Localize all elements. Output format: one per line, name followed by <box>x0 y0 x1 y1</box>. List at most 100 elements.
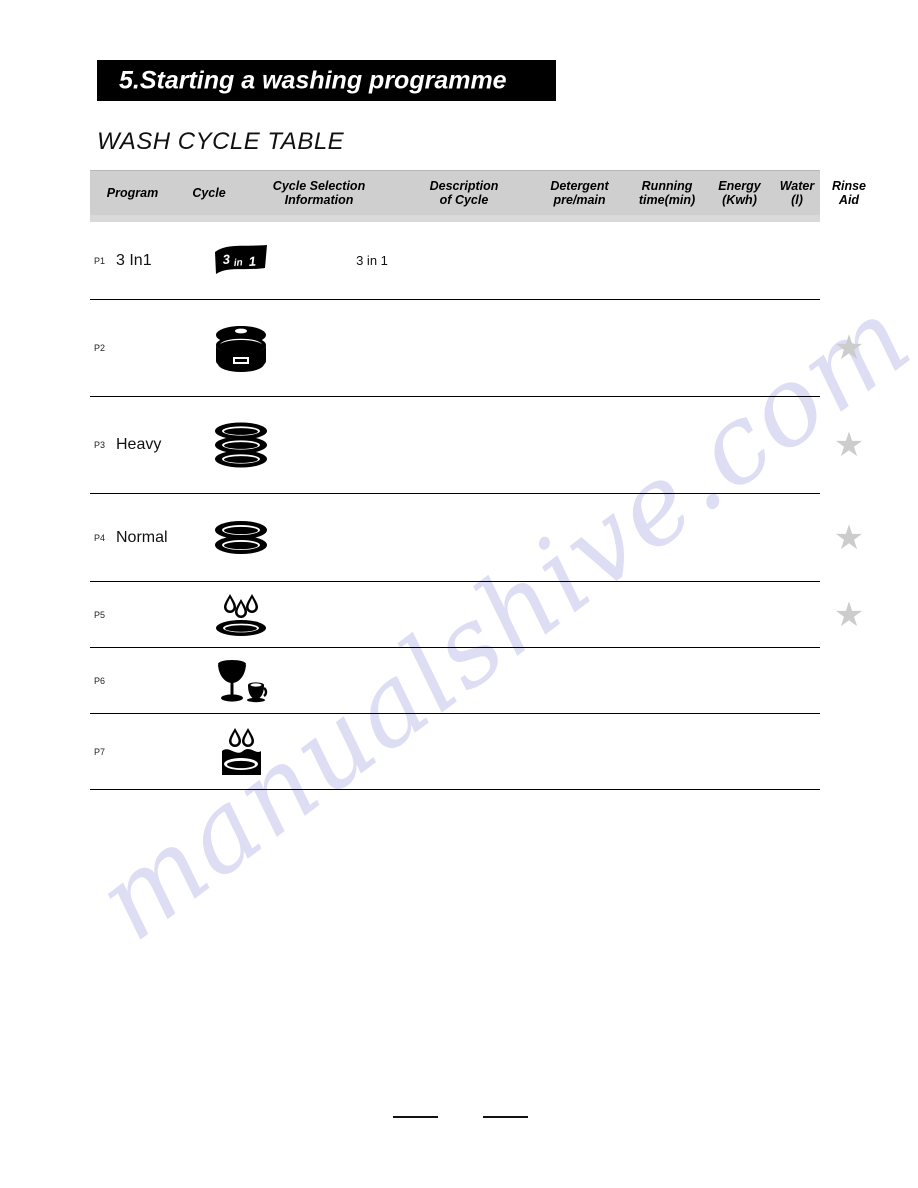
header-description-of-cycle: Description of Cycle <box>395 171 533 215</box>
cell-water <box>771 648 823 713</box>
footer-rule-left <box>393 1116 438 1118</box>
header-csi-line2: Information <box>284 193 354 207</box>
plate-in-water-two-drops-icon <box>210 724 272 780</box>
cell-cycle-selection-information: 3 in 1 <box>296 222 448 299</box>
cell-rinse-aid <box>823 714 875 789</box>
pot-with-lid-icon <box>210 320 272 376</box>
header-program: Program <box>90 171 175 215</box>
cell-running-time <box>626 582 708 647</box>
section-title-bar: 5.Starting a washing programme <box>97 60 556 101</box>
rinse-aid-star-icon: ★ <box>833 518 865 557</box>
header-detergent-line2: pre/main <box>553 193 606 207</box>
two-stacked-plates-icon <box>210 510 272 566</box>
cell-cycle-icon <box>186 582 296 647</box>
cell-detergent <box>533 582 626 647</box>
cell-energy <box>708 648 771 713</box>
cell-running-time <box>626 648 708 713</box>
cell-water <box>771 222 823 299</box>
rinse-aid-star-icon: ★ <box>833 595 865 634</box>
program-code: P4 <box>94 532 106 543</box>
cell-rinse-aid: ★ <box>823 582 875 647</box>
cycle-name: Normal <box>116 528 168 546</box>
header-energy-line1: Energy <box>718 179 761 193</box>
cell-running-time <box>626 300 708 396</box>
cell-running-time <box>626 222 708 299</box>
cell-rinse-aid: ★ <box>823 300 875 396</box>
cell-cycle-icon <box>186 494 296 581</box>
program-code: P2 <box>94 343 106 353</box>
svg-text:in: in <box>233 257 243 269</box>
header-running-time: Running time(min) <box>626 171 708 215</box>
cycle-name: 3 In1 <box>116 251 152 269</box>
wine-glass-and-cup-icon <box>210 653 272 709</box>
cell-water <box>771 397 823 493</box>
footer-rule-right <box>483 1116 528 1118</box>
wash-cycle-table: Program Cycle Cycle Selection Informatio… <box>90 170 866 790</box>
cell-cycle-selection-information <box>296 582 448 647</box>
cell-detergent <box>533 222 626 299</box>
table-row[interactable]: P7 <box>90 714 820 790</box>
table-row[interactable]: P4 Normal ★ <box>90 494 864 582</box>
cell-water <box>771 582 823 647</box>
header-doc-line2: of Cycle <box>439 193 489 207</box>
header-water-line2: (l) <box>791 193 803 207</box>
program-code: P3 <box>94 440 106 450</box>
header-program-line1: Program <box>106 186 159 200</box>
table-body: P1 3 In1 3 in 1 3 in 1 P2 ★ P3 Heavy ★ P… <box>90 222 864 790</box>
cell-energy <box>708 714 771 789</box>
cell-cycle-icon <box>186 648 296 713</box>
header-detergent-line1: Detergent <box>550 179 609 193</box>
table-row[interactable]: P6 <box>90 648 820 714</box>
cell-detergent <box>533 397 626 493</box>
header-rinse-line2: Aid <box>838 193 860 207</box>
header-running-line1: Running <box>641 179 693 193</box>
cell-cycle-selection-information <box>296 397 448 493</box>
table-row[interactable]: P1 3 In1 3 in 1 3 in 1 <box>90 222 820 300</box>
header-cycle-line1: Cycle <box>192 186 226 200</box>
cell-rinse-aid: ★ <box>823 494 875 581</box>
header-rinse-line1: Rinse <box>831 179 867 193</box>
header-water: Water (l) <box>771 171 823 215</box>
cell-energy <box>708 397 771 493</box>
section-title-text: 5.Starting a washing programme <box>119 66 507 94</box>
header-running-line2: time(min) <box>638 193 696 207</box>
program-code: P6 <box>94 675 106 686</box>
cell-detergent <box>533 494 626 581</box>
cell-rinse-aid <box>823 648 875 713</box>
cell-energy <box>708 494 771 581</box>
cell-cycle: Normal <box>116 494 186 581</box>
rinse-aid-star-icon: ★ <box>833 426 865 464</box>
program-code: P7 <box>94 746 106 757</box>
cell-cycle-icon <box>186 397 296 493</box>
table-row[interactable]: P3 Heavy ★ <box>90 397 864 494</box>
header-detergent: Detergent pre/main <box>533 171 626 215</box>
header-water-line1: Water <box>779 179 815 193</box>
table-row[interactable]: P2 ★ <box>90 300 864 397</box>
header-energy: Energy (Kwh) <box>708 171 771 215</box>
cell-detergent <box>533 648 626 713</box>
cell-running-time <box>626 714 708 789</box>
table-caption: WASH CYCLE TABLE <box>97 128 345 155</box>
cell-energy <box>708 582 771 647</box>
rinse-aid-star-icon: ★ <box>833 329 865 367</box>
header-csi-line1: Cycle Selection <box>272 179 366 193</box>
table-row[interactable]: P5 ★ <box>90 582 864 648</box>
cell-water <box>771 714 823 789</box>
three-stacked-plates-icon <box>210 417 272 473</box>
cell-cycle-selection-information <box>296 300 448 396</box>
cell-cycle-icon <box>186 300 296 396</box>
cell-cycle: Heavy <box>116 397 186 493</box>
cell-water <box>771 494 823 581</box>
cell-detergent <box>533 300 626 396</box>
cell-water <box>771 300 823 396</box>
cell-cycle <box>116 714 186 789</box>
plate-three-drops-icon <box>210 587 272 643</box>
cell-rinse-aid: ★ <box>823 397 875 493</box>
header-energy-line2: (Kwh) <box>722 193 757 207</box>
cell-energy <box>708 222 771 299</box>
cell-cycle <box>116 300 186 396</box>
program-code: P5 <box>94 609 106 620</box>
cell-cycle: 3 In1 <box>116 222 186 299</box>
cell-rinse-aid <box>823 222 875 299</box>
program-code: P1 <box>94 255 106 266</box>
